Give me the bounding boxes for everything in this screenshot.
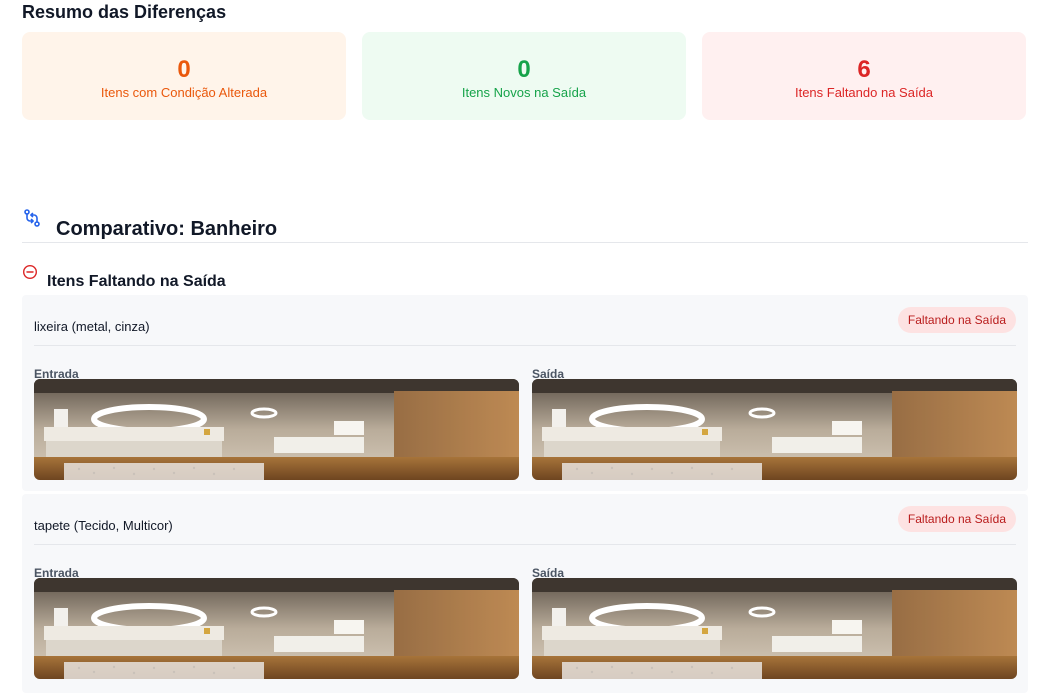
divider	[34, 544, 1016, 545]
item-name: tapete (Tecido, Multicor)	[34, 518, 173, 533]
compare-arrows-icon	[22, 208, 42, 228]
card-label: Itens Novos na Saída	[461, 85, 587, 100]
entry-photo[interactable]	[34, 578, 519, 679]
minus-circle-icon	[22, 264, 38, 280]
divider	[22, 242, 1028, 243]
missing-item-card: tapete (Tecido, Multicor) Faltando na Sa…	[22, 494, 1028, 693]
divider	[34, 345, 1016, 346]
card-label: Itens com Condição Alterada	[100, 85, 268, 100]
status-badge: Faltando na Saída	[897, 307, 1016, 333]
exit-photo[interactable]	[532, 379, 1017, 480]
entry-photo[interactable]	[34, 379, 519, 480]
exit-photo[interactable]	[532, 578, 1017, 679]
card-missing-items: 6 Itens Faltando na Saída	[702, 32, 1026, 120]
page: Resumo das Diferenças 0 Itens com Condiç…	[0, 0, 1051, 693]
card-value: 0	[517, 56, 531, 83]
summary-cards: 0 Itens com Condição Alterada 0 Itens No…	[22, 32, 1026, 120]
missing-item-card: lixeira (metal, cinza) Faltando na Saída…	[22, 295, 1028, 491]
summary-title: Resumo das Diferenças	[22, 2, 227, 22]
comparison-title: Comparativo: Banheiro	[56, 218, 278, 240]
card-value: 6	[857, 56, 871, 83]
item-name: lixeira (metal, cinza)	[34, 319, 150, 334]
missing-items-title: Itens Faltando na Saída	[47, 273, 226, 290]
card-label: Itens Faltando na Saída	[794, 85, 934, 100]
card-condition-changed: 0 Itens com Condição Alterada	[22, 32, 346, 120]
card-value: 0	[177, 56, 191, 83]
status-badge: Faltando na Saída	[897, 506, 1016, 532]
card-new-items: 0 Itens Novos na Saída	[362, 32, 686, 120]
